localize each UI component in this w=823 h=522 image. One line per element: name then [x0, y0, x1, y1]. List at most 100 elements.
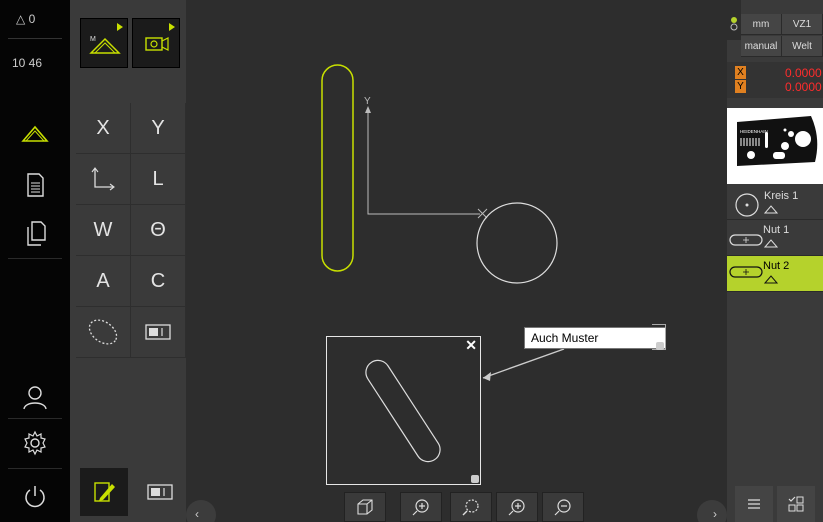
slot-feature-outline [365, 359, 441, 463]
text-annotation-field[interactable]: Auch Muster [524, 327, 666, 349]
edit-button[interactable] [80, 468, 128, 516]
expand-arrow-icon [169, 23, 175, 31]
function-label: C [150, 269, 166, 292]
detail-view-canvas [365, 359, 441, 463]
zoom-in-button[interactable] [496, 492, 538, 522]
settings-row: mm VZ1 [741, 14, 823, 35]
power-icon [25, 486, 45, 508]
function-x-button[interactable]: X [76, 103, 131, 154]
zoom-out-icon [554, 499, 571, 516]
workpiece-image: HEIDENHAIN [737, 116, 818, 166]
function-window-button[interactable] [131, 307, 186, 358]
function-w-button[interactable]: W [76, 205, 131, 256]
measure-icon [21, 125, 49, 142]
zoom-out-button[interactable] [542, 492, 584, 522]
zoom-in-icon [508, 499, 525, 516]
circle-feature-icon [735, 193, 759, 217]
feature-item[interactable]: Nut 1 [727, 220, 823, 256]
coordinate-system-icon [91, 167, 115, 191]
status-leds [727, 0, 741, 40]
3d-view-icon [357, 499, 373, 515]
feature-label: Nut 1 [763, 224, 790, 236]
position-row-y: Y 0.0000 [735, 80, 823, 94]
nav-protocol-button[interactable] [0, 160, 70, 210]
nav-settings-button[interactable] [0, 418, 70, 468]
manual-measure-icon: M [89, 36, 121, 54]
document-icon [27, 173, 44, 197]
settings-gear-icon [24, 430, 46, 456]
feature-label: Nut 2 [763, 260, 790, 272]
manual-measure-button[interactable]: M [80, 18, 128, 68]
window-icon [145, 324, 171, 340]
zoom-fit-button[interactable] [400, 492, 442, 522]
position-value: 0.0000 [785, 80, 822, 94]
nav-files-button[interactable] [0, 208, 70, 258]
expand-arrow-icon [117, 23, 123, 31]
feature-item-selected[interactable]: Nut 2 [727, 256, 823, 292]
leader-line [482, 348, 565, 379]
measure-icon [764, 239, 778, 248]
nav-user-button[interactable] [0, 372, 70, 422]
axis-badge: Y [735, 80, 746, 93]
resize-handle[interactable] [656, 342, 664, 350]
zoom-window-button[interactable] [450, 492, 492, 522]
feature-item[interactable]: Kreis 1 [727, 184, 823, 220]
function-coordinate-system-button[interactable] [76, 154, 131, 205]
circle-feature-outline[interactable] [476, 202, 558, 284]
measure-icon [764, 205, 778, 214]
slot-feature-icon [729, 266, 763, 278]
function-label: X [96, 116, 110, 139]
measure-icon [764, 275, 778, 284]
menu-icon [748, 499, 760, 509]
inspector-panel: mm VZ1 manual Welt X 0.0000 Y 0.0000 HEI… [727, 0, 823, 522]
function-ellipse-button[interactable] [76, 307, 131, 358]
axis-y-label: Y [364, 96, 371, 107]
zoom-fit-icon [412, 499, 429, 516]
mode-selector[interactable]: VZ1 [782, 14, 823, 35]
svg-text:HEIDENHAIN: HEIDENHAIN [740, 129, 768, 134]
menu-button[interactable] [735, 486, 773, 522]
function-label: L [152, 167, 164, 190]
coordinate-axes [367, 108, 480, 215]
nav-power-button[interactable] [0, 472, 70, 522]
slot-feature-icon [729, 234, 763, 246]
leader-arrow-icon [483, 372, 491, 381]
function-label: Θ [150, 218, 166, 241]
settings-row: manual Welt [741, 36, 823, 57]
copy-documents-icon [27, 221, 46, 246]
function-l-button[interactable]: L [131, 154, 186, 205]
divider [8, 258, 62, 259]
detail-view-window[interactable]: ✕ [326, 336, 481, 485]
unit-selector[interactable]: mm [741, 14, 782, 35]
status-led-icon [730, 17, 738, 31]
function-c-button[interactable]: C [131, 256, 186, 307]
nav-measure-button[interactable] [0, 108, 70, 158]
checklist-button[interactable] [777, 486, 815, 522]
function-y-button[interactable]: Y [131, 103, 186, 154]
camera-button[interactable] [132, 18, 180, 68]
3d-view-button[interactable] [344, 492, 386, 522]
position-display: X 0.0000 Y 0.0000 [727, 62, 823, 98]
divider [8, 468, 62, 469]
function-label: A [96, 269, 110, 292]
function-a-button[interactable]: A [76, 256, 131, 307]
slot-feature-outline[interactable] [321, 64, 354, 272]
feature-label: Kreis 1 [764, 190, 799, 202]
function-theta-button[interactable]: Θ [131, 205, 186, 256]
window-button[interactable] [136, 468, 184, 516]
ellipse-icon [88, 319, 118, 345]
position-row-x: X 0.0000 [735, 66, 823, 80]
axis-badge: X [735, 66, 746, 79]
entry-mode-selector[interactable]: manual [741, 36, 782, 57]
zoom-window-icon [462, 499, 479, 516]
delta-indicator: △ 0 [16, 12, 36, 26]
coordinate-system-selector[interactable]: Welt [782, 36, 823, 57]
view-toolbar [186, 488, 727, 522]
window-icon [147, 484, 173, 500]
position-value: 0.0000 [785, 66, 822, 80]
resize-handle[interactable] [471, 475, 479, 483]
workpiece-preview[interactable]: HEIDENHAIN [727, 108, 823, 184]
svg-text:M: M [90, 36, 96, 43]
workspace[interactable]: Y Auch Muster ✕ ‹ › [186, 0, 727, 522]
status-area: △ 0 10 46 [0, 0, 70, 80]
